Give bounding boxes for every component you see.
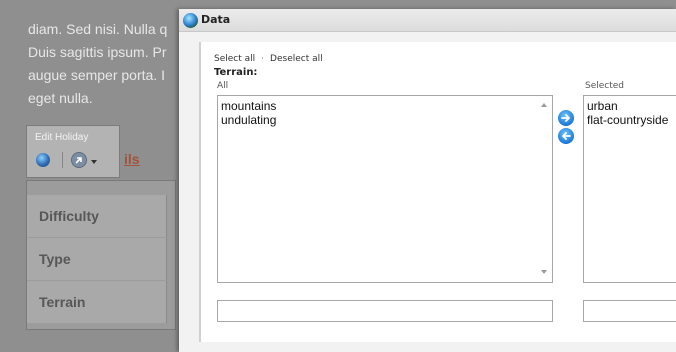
details-link[interactable]: ils <box>124 151 140 167</box>
separator-dot: · <box>261 54 265 64</box>
move-right-button[interactable] <box>558 110 574 126</box>
list-item[interactable]: urban <box>584 99 676 113</box>
move-left-button[interactable] <box>558 128 574 144</box>
edit-holiday-label: Edit Holiday <box>35 132 89 143</box>
scroll-up-icon[interactable] <box>541 103 547 107</box>
navigate-icon[interactable] <box>71 152 87 168</box>
paragraph-line: augue semper porta. I <box>28 67 165 83</box>
select-all-link[interactable]: Select all <box>214 54 255 64</box>
all-column-label: All <box>217 81 229 91</box>
terrain-label: Terrain: <box>214 67 258 78</box>
list-item[interactable]: flat-countryside <box>584 113 676 127</box>
dialog-body: Select all · Deselect all Terrain: All Sel… <box>179 32 676 352</box>
dialog-titlebar[interactable]: Data <box>179 9 676 32</box>
scroll-down-icon[interactable] <box>541 270 547 274</box>
deselect-all-link[interactable]: Deselect all <box>270 54 323 64</box>
edit-holiday-toolbar: Edit Holiday <box>26 125 120 178</box>
field-row-difficulty: Difficulty <box>27 195 167 237</box>
globe-icon <box>183 13 198 28</box>
paragraph-line: Duis sagittis ipsum. Pr <box>28 44 167 60</box>
field-row-type: Type <box>27 238 167 280</box>
available-filter-input[interactable] <box>217 300 553 322</box>
dialog-title: Data <box>201 13 231 26</box>
selected-list[interactable]: urban flat-countryside <box>583 95 676 283</box>
paragraph-line: diam. Sed nisi. Nulla q <box>28 21 168 37</box>
list-item[interactable]: undulating <box>218 113 552 127</box>
selected-filter-input[interactable] <box>583 300 676 322</box>
available-list[interactable]: mountains undulating <box>217 95 553 283</box>
available-list-scrollbar[interactable] <box>536 96 552 282</box>
selection-links: Select all · Deselect all <box>214 54 323 64</box>
data-dialog: Data Select all · Deselect all Terrain: Al… <box>179 9 676 352</box>
paragraph-line: eget nulla. <box>28 90 93 106</box>
chevron-down-icon[interactable] <box>91 160 97 164</box>
list-item[interactable]: mountains <box>218 99 552 113</box>
background-paragraph: diam. Sed nisi. Nulla q Duis sagittis ip… <box>28 18 178 110</box>
selected-column-label: Selected <box>585 81 625 91</box>
field-table: Difficulty Type Terrain <box>26 180 176 330</box>
field-row-terrain: Terrain <box>27 281 167 323</box>
toolbar-divider <box>62 152 63 168</box>
globe-icon[interactable] <box>36 153 50 167</box>
terrain-panel: Select all · Deselect all Terrain: All Sel… <box>199 42 676 342</box>
